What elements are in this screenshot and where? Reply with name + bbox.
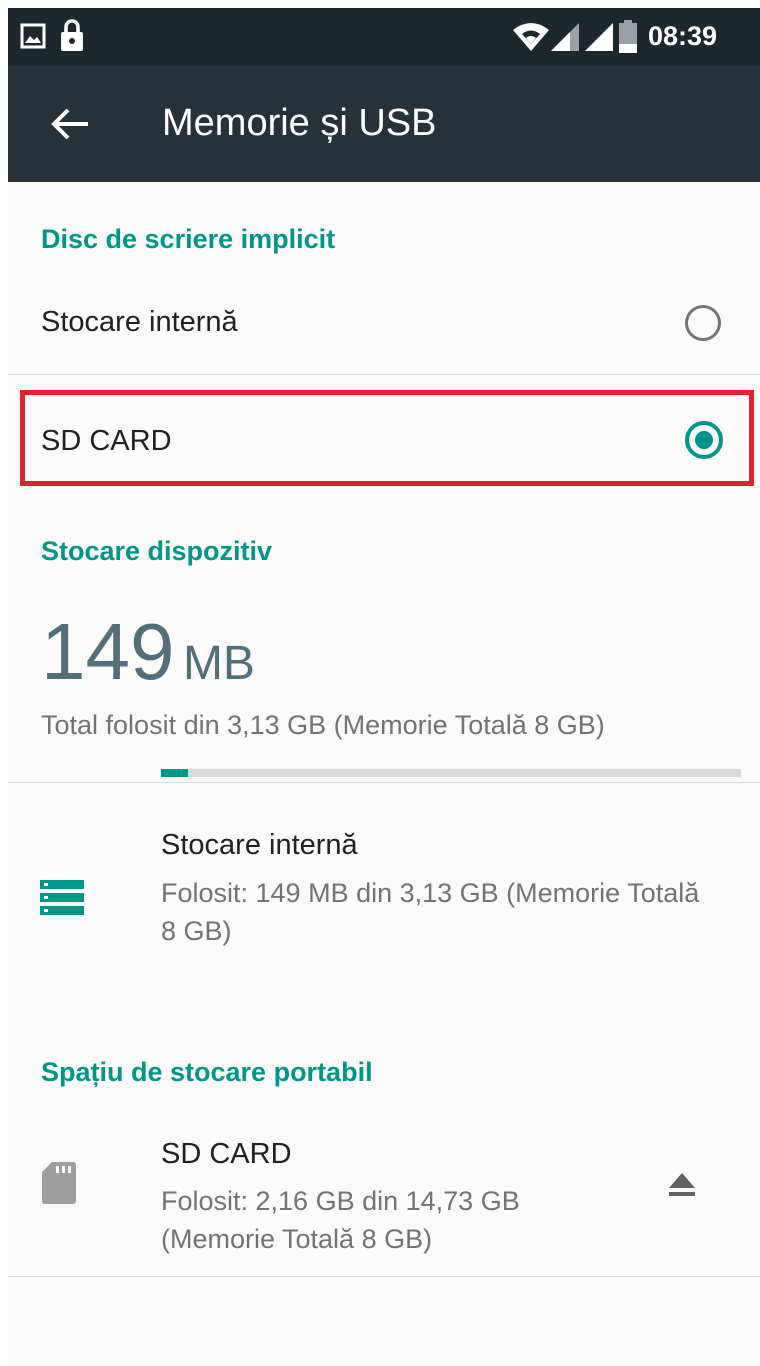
radio-selected-icon[interactable] bbox=[685, 421, 723, 459]
divider bbox=[8, 1276, 760, 1277]
option-sd-card-label: SD CARD bbox=[41, 425, 172, 457]
storage-used-unit: MB bbox=[182, 637, 255, 690]
lock-icon bbox=[61, 19, 83, 51]
sd-card-title: SD CARD bbox=[161, 1138, 292, 1170]
settings-screen: 08:39 Memorie și USB Disc de scriere imp… bbox=[8, 8, 760, 1366]
clock-time: 08:39 bbox=[648, 21, 718, 51]
radio-unselected-icon[interactable] bbox=[685, 305, 721, 341]
sd-card-subtitle: Folosit: 2,16 GB din 14,73 GB (Memorie T… bbox=[161, 1186, 520, 1254]
storage-used-total: 149 MB bbox=[41, 606, 255, 698]
status-bar: 08:39 bbox=[8, 8, 760, 66]
section-header-default-disk: Disc de scriere implicit bbox=[41, 224, 336, 254]
option-internal-storage-label: Stocare internă bbox=[41, 306, 238, 338]
internal-storage-progress-fill bbox=[161, 769, 188, 777]
option-sd-card[interactable]: SD CARD bbox=[8, 375, 760, 487]
internal-storage-item[interactable]: Stocare internă Folosit: 149 MB din 3,13… bbox=[8, 783, 760, 1003]
page-title: Memorie și USB bbox=[162, 102, 437, 144]
signal-icon bbox=[551, 23, 579, 51]
arrow-back-icon[interactable] bbox=[44, 98, 96, 150]
eject-icon[interactable] bbox=[667, 1172, 697, 1198]
section-header-device-storage: Stocare dispozitiv bbox=[41, 536, 273, 566]
internal-storage-subtitle: Folosit: 149 MB din 3,13 GB (Memorie Tot… bbox=[161, 878, 700, 946]
app-bar: Memorie și USB bbox=[8, 66, 760, 182]
storage-icon bbox=[40, 880, 84, 915]
section-header-portable-storage: Spațiu de stocare portabil bbox=[41, 1057, 373, 1087]
signal-icon bbox=[585, 23, 613, 51]
image-icon bbox=[20, 23, 46, 49]
storage-used-value: 149 bbox=[41, 607, 175, 696]
sd-card-item[interactable]: SD CARD Folosit: 2,16 GB din 14,73 GB (M… bbox=[8, 1116, 760, 1276]
option-internal-storage[interactable]: Stocare internă bbox=[8, 270, 760, 374]
sd-card-icon bbox=[42, 1162, 76, 1204]
battery-icon bbox=[619, 20, 637, 53]
internal-storage-title: Stocare internă bbox=[161, 829, 358, 861]
internal-storage-progress bbox=[161, 769, 741, 777]
wifi-icon bbox=[513, 23, 549, 51]
storage-summary: Total folosit din 3,13 GB (Memorie Total… bbox=[41, 710, 605, 740]
